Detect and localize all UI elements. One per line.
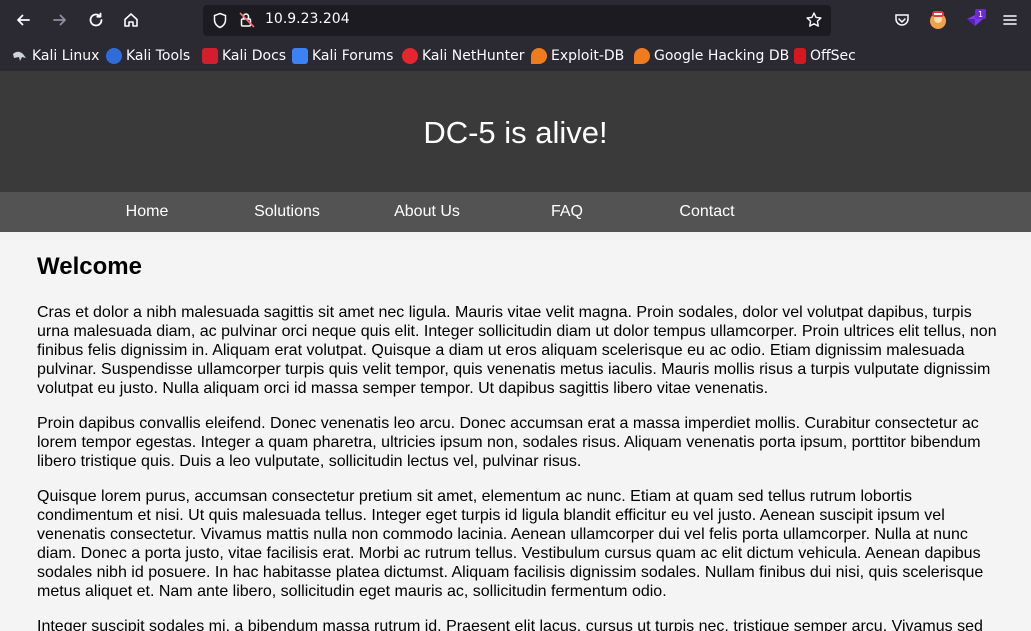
- pocket-button[interactable]: [890, 8, 914, 32]
- reload-button[interactable]: [83, 7, 109, 33]
- main-menu: Home Solutions About Us FAQ Contact: [0, 192, 1031, 232]
- bookmark-kali-forums[interactable]: Kali Forums: [292, 47, 393, 65]
- home-button[interactable]: [118, 7, 144, 33]
- offsec-icon: [794, 48, 806, 64]
- reload-icon: [89, 12, 103, 27]
- bookmarks-bar: Kali Linux Kali Tools Kali Docs Kali For…: [0, 41, 1031, 71]
- menu-item-about-us[interactable]: About Us: [357, 203, 497, 221]
- content-paragraph: Proin dapibus convallis eleifend. Donec …: [37, 415, 981, 470]
- kali-docs-icon: [202, 48, 218, 64]
- extension-avatar-icon: [930, 11, 946, 29]
- bookmark-offsec[interactable]: OffSec: [792, 47, 856, 65]
- content-paragraph: Integer suscipit sodales mi, a bibendum …: [37, 618, 983, 631]
- menu-item-solutions[interactable]: Solutions: [217, 203, 357, 221]
- main-content: Welcome Cras et dolor a nibh malesuada s…: [37, 232, 1000, 631]
- back-button[interactable]: [10, 7, 36, 33]
- kali-forums-icon: [292, 48, 308, 64]
- pocket-icon: [895, 14, 909, 26]
- extension-badge-count: 1: [978, 10, 983, 19]
- extension-badge-button[interactable]: 1: [963, 8, 987, 32]
- arrow-right-icon: [53, 14, 66, 26]
- bookmark-kali-linux[interactable]: Kali Linux: [12, 47, 99, 65]
- menu-button[interactable]: [998, 8, 1022, 32]
- content-paragraph: Quisque lorem purus, accumsan consectetu…: [37, 488, 984, 600]
- extension-puzzle-icon: 1: [967, 9, 986, 26]
- content-heading: Welcome: [37, 253, 142, 280]
- hamburger-icon: [1003, 15, 1017, 25]
- forward-button[interactable]: [47, 7, 73, 33]
- menu-item-faq[interactable]: FAQ: [497, 203, 637, 221]
- nethunter-icon: [402, 48, 418, 64]
- url-bar[interactable]: 10.9.23.204: [203, 5, 831, 36]
- page-header: DC-5 is alive!: [0, 71, 1031, 192]
- bookmark-kali-tools[interactable]: Kali Tools: [106, 47, 190, 65]
- kali-tools-icon: [106, 48, 122, 64]
- extension-button[interactable]: [926, 8, 950, 32]
- ghdb-icon: [634, 48, 650, 64]
- arrow-left-icon: [17, 14, 30, 26]
- bookmark-google-hacking-db[interactable]: Google Hacking DB: [634, 47, 789, 65]
- url-text[interactable]: 10.9.23.204: [265, 11, 350, 27]
- exploit-db-icon: [531, 48, 547, 64]
- bookmark-exploit-db[interactable]: Exploit-DB: [531, 47, 624, 65]
- shield-icon[interactable]: [212, 12, 228, 34]
- insecure-lock-icon[interactable]: [238, 11, 256, 34]
- bookmark-kali-docs[interactable]: Kali Docs: [202, 47, 286, 65]
- kali-dragon-icon: [12, 48, 28, 64]
- browser-toolbar: 10.9.23.204 1: [0, 0, 1031, 41]
- page-title: DC-5 is alive!: [423, 115, 608, 150]
- bookmark-kali-nethunter[interactable]: Kali NetHunter: [402, 47, 524, 65]
- home-icon: [124, 13, 138, 27]
- star-icon[interactable]: [805, 11, 823, 34]
- content-paragraph: Cras et dolor a nibh malesuada sagittis …: [37, 304, 997, 397]
- menu-item-home[interactable]: Home: [77, 203, 217, 221]
- menu-item-contact[interactable]: Contact: [637, 203, 777, 221]
